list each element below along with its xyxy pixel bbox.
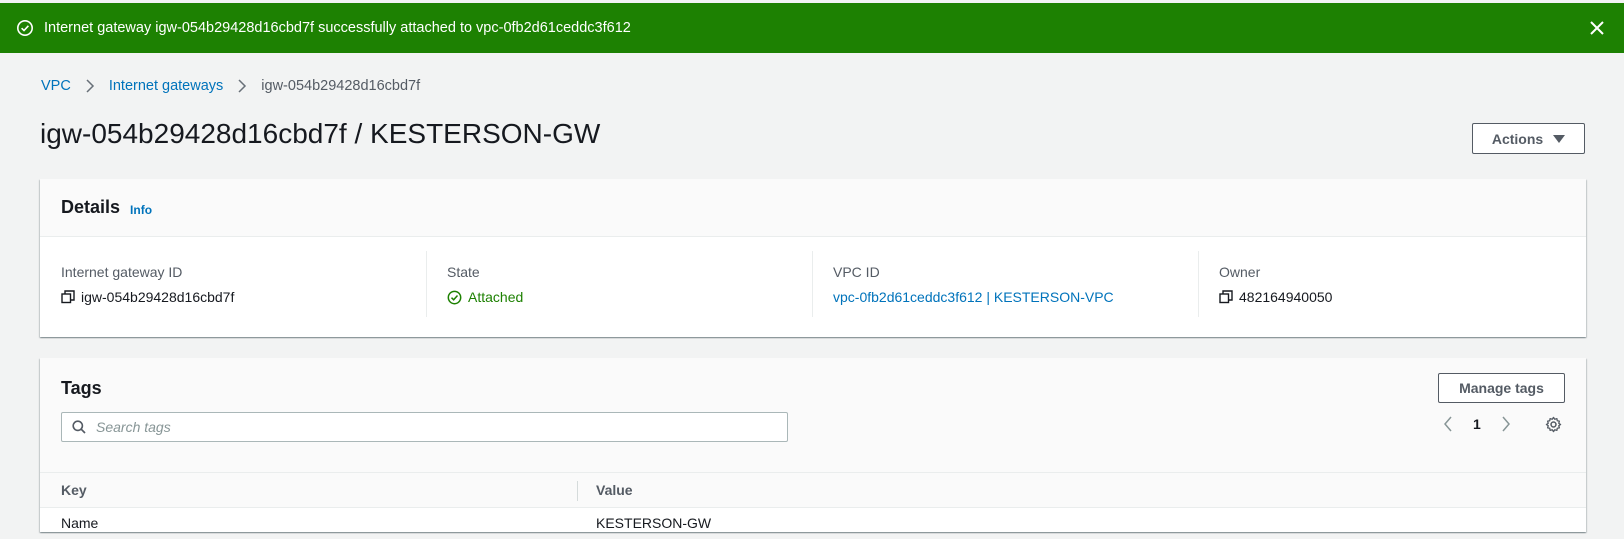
details-panel: Details Info Internet gateway ID igw-054… [40, 179, 1586, 337]
owner-value: 482164940050 [1239, 289, 1333, 305]
column-header-value[interactable]: Value [596, 482, 633, 498]
chevron-right-icon [85, 79, 95, 93]
chevron-right-icon[interactable] [1501, 416, 1511, 432]
close-icon[interactable] [1586, 17, 1608, 39]
details-heading: Details [61, 197, 121, 217]
chevron-left-icon[interactable] [1443, 416, 1453, 432]
breadcrumb-internet-gateways[interactable]: Internet gateways [109, 78, 223, 94]
search-tags-field[interactable] [61, 412, 788, 442]
tags-table-header: Key Value [40, 472, 1586, 508]
manage-tags-button[interactable]: Manage tags [1438, 373, 1565, 403]
search-tags-input[interactable] [96, 419, 776, 435]
flash-message: Internet gateway igw-054b29428d16cbd7f s… [44, 20, 631, 36]
gateway-id-label: Internet gateway ID [61, 264, 183, 280]
search-icon [72, 420, 86, 434]
gear-icon[interactable] [1545, 416, 1562, 433]
actions-button[interactable]: Actions [1472, 123, 1585, 154]
state-label: State [447, 264, 480, 280]
page-title: igw-054b29428d16cbd7f / KESTERSON-GW [40, 118, 601, 149]
owner-field: Owner 482164940050 [1198, 251, 1584, 317]
state-field: State Attached [426, 251, 812, 317]
pagination: 1 [1443, 416, 1511, 432]
check-circle-icon [16, 19, 34, 37]
tag-value-cell: KESTERSON-GW [596, 515, 712, 531]
tags-panel: Tags Manage tags 1 Key Value Name KESTER… [40, 358, 1586, 532]
tags-heading: Tags [61, 378, 102, 398]
table-row: Name KESTERSON-GW [40, 508, 1586, 538]
caret-down-icon [1553, 134, 1566, 144]
check-circle-icon [447, 290, 462, 305]
details-header: Details Info [40, 179, 1586, 237]
vpc-id-label: VPC ID [833, 264, 880, 280]
tag-key-cell: Name [61, 515, 99, 531]
vpc-id-link[interactable]: vpc-0fb2d61ceddc3f612 | KESTERSON-VPC [833, 289, 1114, 305]
state-value: Attached [468, 289, 524, 305]
copy-icon[interactable] [1219, 290, 1233, 304]
page-number[interactable]: 1 [1473, 416, 1481, 432]
gateway-id-value: igw-054b29428d16cbd7f [81, 289, 235, 305]
copy-icon[interactable] [61, 290, 75, 304]
breadcrumb-vpc[interactable]: VPC [41, 78, 71, 94]
success-flash-banner: Internet gateway igw-054b29428d16cbd7f s… [0, 3, 1624, 53]
vpc-id-field: VPC ID vpc-0fb2d61ceddc3f612 | KESTERSON… [812, 251, 1198, 317]
column-divider [577, 481, 578, 501]
breadcrumb-current: igw-054b29428d16cbd7f [261, 78, 421, 94]
chevron-right-icon [237, 79, 247, 93]
actions-button-label: Actions [1491, 130, 1544, 147]
owner-label: Owner [1219, 264, 1261, 280]
column-header-key[interactable]: Key [61, 482, 87, 498]
breadcrumb: VPC Internet gateways igw-054b29428d16cb… [41, 78, 420, 94]
info-link[interactable]: Info [130, 203, 152, 217]
gateway-id-field: Internet gateway ID igw-054b29428d16cbd7… [40, 251, 426, 317]
